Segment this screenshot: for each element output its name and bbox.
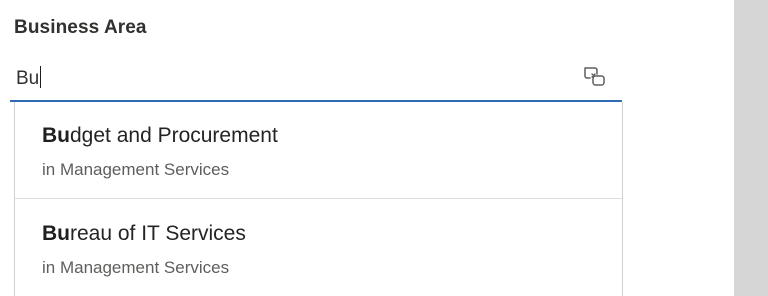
- suggestion-rest: dget and Procurement: [70, 124, 278, 147]
- business-area-input[interactable]: Bu: [10, 56, 622, 102]
- text-caret: [40, 66, 42, 88]
- suggestion-item[interactable]: Bureau of IT Services in Management Serv…: [15, 200, 622, 296]
- field-label: Business Area: [14, 17, 147, 38]
- suggestion-match: Bu: [42, 124, 70, 147]
- suggestion-item[interactable]: Budget and Procurement in Management Ser…: [15, 102, 622, 199]
- scrollbar-track[interactable]: [734, 0, 768, 296]
- business-area-picker: Business Area Bu Budget and Procurement …: [0, 0, 768, 296]
- suggestion-subtitle: in Management Services: [42, 258, 230, 277]
- suggestion-title: Bureau of IT Services: [42, 222, 246, 246]
- input-value[interactable]: Bu: [16, 68, 39, 89]
- clear-input-icon[interactable]: [582, 65, 608, 89]
- input-text-wrapper[interactable]: Bu: [16, 66, 42, 91]
- suggestion-match: Bu: [42, 222, 70, 245]
- suggestion-rest: reau of IT Services: [70, 222, 246, 245]
- suggestion-subtitle: in Management Services: [42, 160, 230, 179]
- suggestions-dropdown: Budget and Procurement in Management Ser…: [14, 102, 623, 296]
- suggestion-title: Budget and Procurement: [42, 124, 278, 148]
- clear-input-icon-graphic: [584, 67, 605, 86]
